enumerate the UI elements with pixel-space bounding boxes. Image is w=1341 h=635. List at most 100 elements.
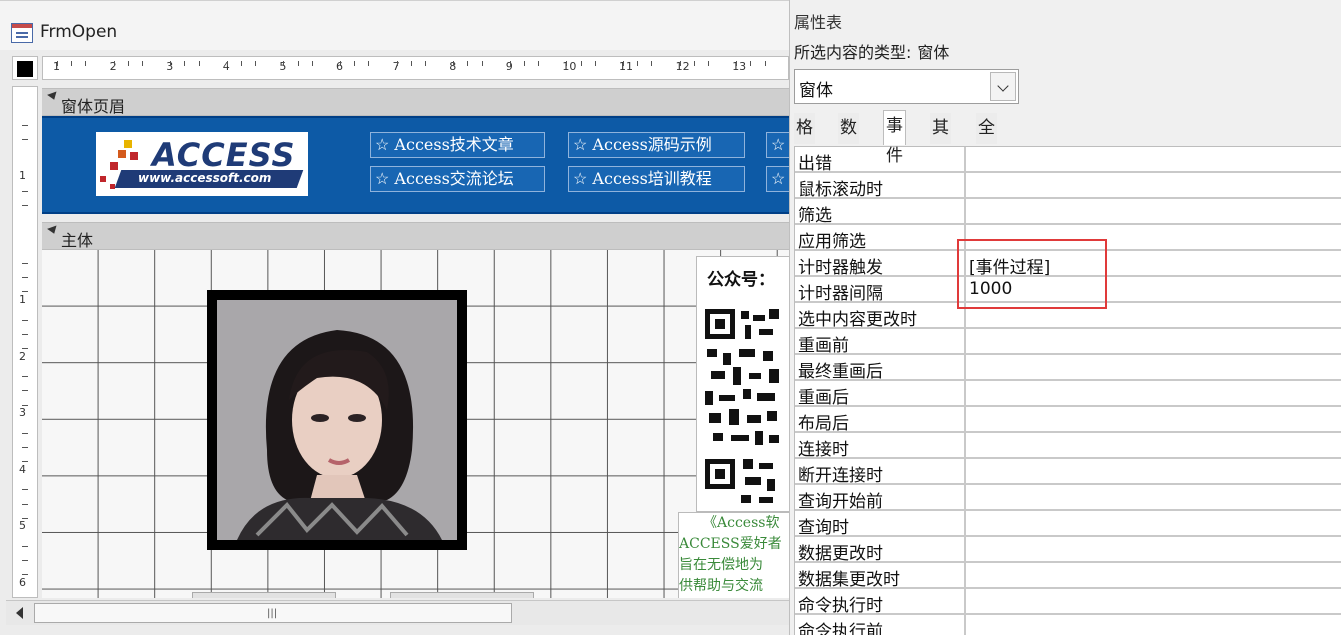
nav-button-clipped-2[interactable]: ☆: [766, 166, 789, 192]
tab-event[interactable]: 事件: [883, 110, 906, 166]
ruler-tick: [57, 61, 58, 66]
property-value[interactable]: [事件过程]: [969, 253, 1050, 278]
property-name: 鼠标滚动时: [798, 180, 883, 200]
access-logo[interactable]: ACCESS www.accessoft.com: [96, 132, 308, 196]
ruler-number: 11: [619, 60, 633, 73]
property-row[interactable]: 应用筛选: [795, 225, 1341, 252]
wechat-qr-panel[interactable]: 公众号：: [696, 256, 789, 512]
tab-other[interactable]: 其他: [930, 113, 951, 168]
access-window: FrmOpen 1 2 3 4 5 6 7 8 9 10 11 12 13 1123456 窗体页眉 A…: [0, 0, 1341, 635]
chevron-down-icon[interactable]: [990, 72, 1016, 101]
intro-line: ACCESS爱好者: [679, 536, 782, 552]
property-row[interactable]: 鼠标滚动时: [795, 173, 1341, 200]
form-header-band[interactable]: ACCESS www.accessoft.com ☆ Access技术文章 ☆ …: [42, 116, 789, 214]
ruler-tick: [623, 61, 624, 66]
property-row[interactable]: 重画后: [795, 381, 1341, 408]
property-row[interactable]: 数据更改时: [795, 537, 1341, 564]
property-row[interactable]: 命令执行前: [795, 615, 1341, 635]
intro-text-box[interactable]: 《Access软 ACCESS爱好者 旨在无偿地为 供帮助与交流: [678, 512, 789, 598]
ruler-tick: [750, 61, 752, 66]
logo-square-icon: [100, 176, 106, 182]
property-row[interactable]: 数据集更改时: [795, 563, 1341, 590]
vertical-ruler[interactable]: 1 1 2 3 4 5 6: [12, 86, 38, 618]
selection-type-label: 所选内容的类型:: [794, 43, 912, 62]
ruler-number: 1: [19, 169, 26, 182]
ruler-tick: [22, 347, 28, 349]
property-row[interactable]: 筛选: [795, 199, 1341, 226]
nav-button-source-samples[interactable]: ☆ Access源码示例: [568, 132, 745, 158]
ruler-tick: [651, 61, 653, 66]
tab-all[interactable]: 全部: [976, 113, 997, 168]
logo-url: www.accessoft.com: [138, 171, 272, 185]
object-selector-value: 窗体: [799, 81, 833, 101]
ruler-tick: [283, 61, 285, 66]
property-row[interactable]: 连接时: [795, 433, 1341, 460]
button-control-stub[interactable]: [192, 592, 336, 598]
intro-line: 《Access软: [703, 515, 780, 531]
portrait-photo: [217, 300, 457, 540]
property-row[interactable]: 查询时: [795, 511, 1341, 538]
property-sheet: 属性表 所选内容的类型: 窗体 窗体 格式 数据 事件 其他 全部 出错鼠标滚动时…: [789, 0, 1341, 635]
qr-code-icon: [705, 309, 779, 503]
property-name: 查询开始前: [798, 492, 883, 512]
ruler-tick: [580, 61, 582, 66]
detail-section-bar[interactable]: 主体: [42, 222, 789, 250]
ruler-tick: [22, 319, 28, 321]
detail-section[interactable]: 公众号： 《Access软 ACCESS爱好者 旨在无偿地为 供帮助与交流: [42, 250, 789, 598]
property-name: 命令执行前: [798, 622, 883, 635]
property-row[interactable]: 命令执行时: [795, 589, 1341, 616]
ruler-tick: [22, 574, 28, 576]
property-row[interactable]: 最终重画后: [795, 355, 1341, 382]
ruler-tick: [22, 461, 28, 463]
ruler-tick: [354, 61, 356, 66]
tab-data[interactable]: 数据: [838, 113, 859, 168]
nav-button-tech-articles[interactable]: ☆ Access技术文章: [370, 132, 545, 158]
property-row[interactable]: 布局后: [795, 407, 1341, 434]
ruler-tick: [22, 489, 28, 491]
column-divider: [964, 173, 966, 199]
ruler-tick: [141, 61, 143, 66]
property-row[interactable]: 查询开始前: [795, 485, 1341, 512]
horizontal-ruler[interactable]: 1 2 3 4 5 6 7 8 9 10 11 12 13: [42, 56, 789, 80]
ruler-tick: [467, 61, 469, 66]
selection-type: 所选内容的类型: 窗体: [794, 39, 949, 63]
logo-square-icon: [130, 152, 138, 160]
ruler-tick: [198, 61, 200, 66]
ruler-tick: [170, 61, 172, 66]
ruler-tick: [22, 376, 28, 378]
nav-button-clipped-1[interactable]: ☆: [766, 132, 789, 158]
nav-button-forum[interactable]: ☆ Access交流论坛: [370, 166, 545, 192]
property-row[interactable]: 选中内容更改时: [795, 303, 1341, 330]
property-row[interactable]: 计时器间隔 1000: [795, 277, 1341, 304]
form-header-section-bar[interactable]: 窗体页眉: [42, 88, 789, 116]
nav-button-training[interactable]: ☆ Access培训教程: [568, 166, 745, 192]
tab-format[interactable]: 格式: [794, 113, 815, 168]
ruler-tick: [509, 61, 511, 66]
button-control-stub[interactable]: [390, 592, 534, 598]
property-row[interactable]: 计时器触发 [事件过程]: [795, 251, 1341, 278]
ruler-tick: [22, 263, 28, 264]
horizontal-scrollbar[interactable]: |||: [6, 600, 789, 625]
collapse-triangle-icon: [47, 225, 59, 236]
object-selector[interactable]: 窗体: [794, 69, 1019, 104]
property-row[interactable]: 重画前: [795, 329, 1341, 356]
ruler-number: 10: [562, 60, 577, 73]
scroll-thumb[interactable]: |||: [34, 603, 512, 623]
ruler-tick: [764, 61, 766, 66]
column-divider: [964, 381, 966, 407]
scroll-left-arrow-icon[interactable]: [10, 604, 30, 622]
property-name: 出错: [798, 154, 832, 174]
property-value[interactable]: 1000: [969, 279, 1012, 299]
ruler-tick: [22, 139, 28, 140]
selection-type-value: 窗体: [917, 43, 950, 62]
column-divider: [964, 407, 966, 433]
photo-image-control[interactable]: [207, 290, 467, 550]
property-row[interactable]: 出错: [795, 147, 1341, 174]
ruler-tick: [22, 404, 28, 406]
document-tab[interactable]: FrmOpen: [0, 0, 789, 50]
form-selector[interactable]: [12, 56, 38, 80]
ruler-tick: [226, 61, 228, 66]
property-name: 应用筛选: [798, 232, 866, 252]
property-row[interactable]: 断开连接时: [795, 459, 1341, 486]
ruler-tick: [22, 446, 28, 448]
